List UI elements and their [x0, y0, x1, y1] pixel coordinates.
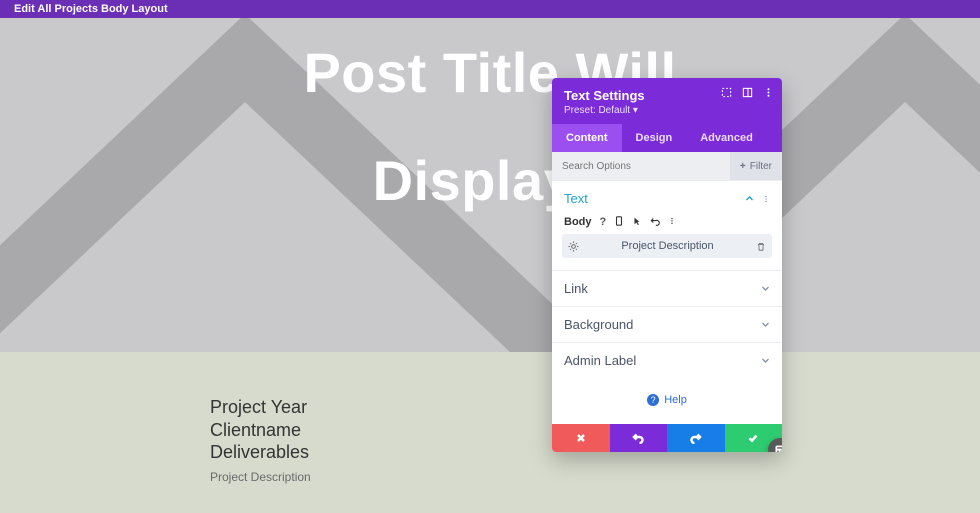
- gear-icon[interactable]: [568, 241, 579, 252]
- chevron-up-icon: [745, 194, 754, 203]
- panel-footer: [552, 424, 782, 452]
- section-label: Admin Label: [564, 353, 636, 368]
- hero-title-line2: Display I: [0, 148, 980, 213]
- search-input[interactable]: [552, 161, 730, 172]
- field-value: Project Description: [579, 240, 756, 252]
- chevron-down-icon: [761, 284, 770, 293]
- undo-button[interactable]: [610, 424, 668, 452]
- trash-icon[interactable]: [756, 241, 766, 252]
- body-text-field[interactable]: Project Description: [562, 234, 772, 258]
- panel-tabs: Content Design Advanced: [552, 124, 782, 152]
- undo-icon[interactable]: [650, 216, 660, 226]
- section-label: Link: [564, 281, 588, 296]
- tablet-icon[interactable]: [614, 216, 624, 226]
- help-link[interactable]: ? Help: [552, 378, 782, 424]
- chevron-down-icon: [761, 320, 770, 329]
- project-meta: Project Year Clientname Deliverables Pro…: [210, 396, 311, 484]
- page-canvas: Post Title Will Display I: [0, 18, 980, 352]
- section-background-header[interactable]: Background: [552, 307, 782, 342]
- menu-dots-icon[interactable]: [762, 194, 770, 204]
- chevron-down-icon: [761, 356, 770, 365]
- section-text-header[interactable]: Text: [552, 181, 782, 216]
- panel-preset[interactable]: Preset: Default ▾: [564, 105, 770, 116]
- menu-dots-icon[interactable]: [763, 87, 774, 98]
- tab-advanced[interactable]: Advanced: [686, 124, 767, 152]
- tab-design[interactable]: Design: [622, 124, 687, 152]
- panel-header[interactable]: Text Settings Preset: Default ▾: [552, 78, 782, 124]
- help-icon[interactable]: ?: [600, 216, 607, 228]
- top-bar-title: Edit All Projects Body Layout: [14, 3, 168, 15]
- filter-button[interactable]: +Filter: [730, 152, 782, 180]
- text-settings-panel: Text Settings Preset: Default ▾ Content …: [552, 78, 782, 452]
- search-row: +Filter: [552, 152, 782, 180]
- top-bar: Edit All Projects Body Layout: [0, 0, 980, 18]
- meta-line: Deliverables: [210, 441, 311, 464]
- hover-cursor-icon[interactable]: [632, 216, 642, 226]
- help-icon: ?: [647, 394, 659, 406]
- expand-icon[interactable]: [721, 87, 732, 98]
- hero-title-line1: Post Title Will: [0, 40, 980, 105]
- dock-icon[interactable]: [742, 87, 753, 98]
- menu-dots-icon[interactable]: [668, 216, 676, 226]
- meta-line: Project Year: [210, 396, 311, 419]
- section-label: Background: [564, 317, 633, 332]
- body-label: Body: [564, 216, 592, 228]
- cancel-button[interactable]: [552, 424, 610, 452]
- redo-button[interactable]: [667, 424, 725, 452]
- section-link-header[interactable]: Link: [552, 271, 782, 306]
- section-admin-label-header[interactable]: Admin Label: [552, 343, 782, 378]
- meta-description: Project Description: [210, 470, 311, 484]
- section-label: Text: [564, 191, 588, 206]
- tab-content[interactable]: Content: [552, 124, 622, 152]
- meta-line: Clientname: [210, 419, 311, 442]
